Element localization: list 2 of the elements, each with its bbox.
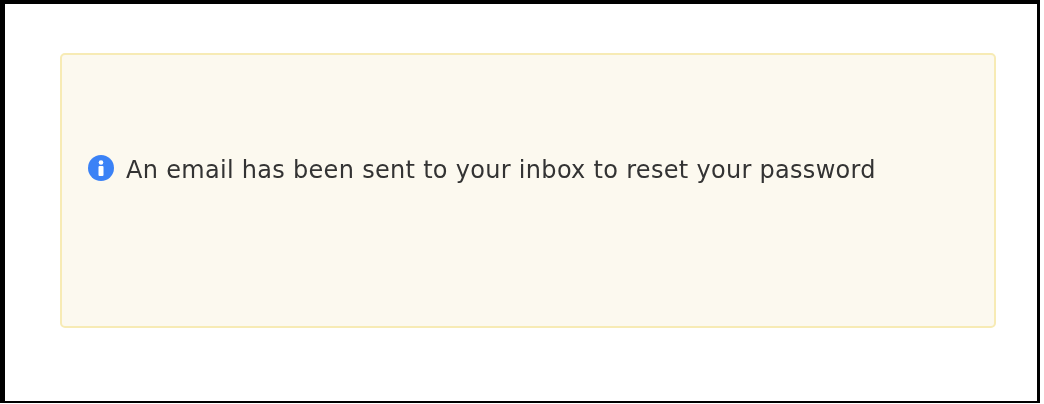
info-icon xyxy=(88,155,114,181)
alert-message: An email has been sent to your inbox to reset your password xyxy=(126,156,876,184)
